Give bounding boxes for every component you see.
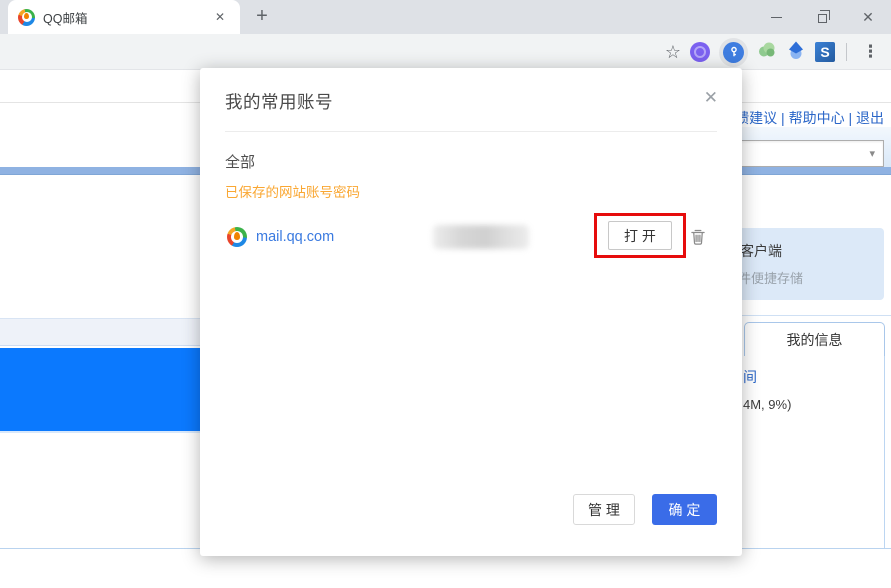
saved-passwords-label: 已保存的网站账号密码 bbox=[225, 185, 360, 200]
open-button[interactable]: 打 开 bbox=[608, 221, 672, 250]
window-controls: ✕ bbox=[753, 0, 891, 34]
page-mid-line bbox=[742, 315, 891, 316]
header-links[interactable]: 反馈建议 | 帮助中心 | 退出 bbox=[721, 108, 884, 128]
key-icon bbox=[723, 41, 744, 63]
new-tab-button[interactable]: + bbox=[250, 5, 274, 29]
toolbar-icons: ☆ S ⋮ bbox=[665, 34, 883, 70]
purple-extension-icon[interactable] bbox=[690, 42, 710, 62]
minimize-button[interactable] bbox=[753, 0, 799, 34]
dialog-close-icon[interactable]: ✕ bbox=[704, 88, 718, 108]
dialog-title: 我的常用账号 bbox=[225, 92, 333, 112]
dialog-divider bbox=[225, 131, 717, 132]
chevron-down-icon: ▾ bbox=[869, 148, 875, 160]
tab-close-icon[interactable]: ✕ bbox=[210, 8, 230, 26]
green-extension-icon[interactable] bbox=[757, 40, 777, 65]
restore-button[interactable] bbox=[799, 0, 845, 34]
tab-my-info[interactable]: 我的信息 bbox=[744, 322, 885, 356]
bookmark-star-icon[interactable]: ☆ bbox=[665, 43, 681, 61]
tab-qq-mail[interactable]: QQ邮箱 ✕ bbox=[8, 0, 240, 34]
password-manager-button[interactable] bbox=[719, 37, 748, 67]
client-promo-subtitle: 件便捷存储 bbox=[738, 271, 804, 286]
browser-window: QQ邮箱 ✕ + ✕ ☆ S ⋮ 反馈建议 | 帮助中心 | 退出 ▾ 客户端 … bbox=[0, 0, 891, 588]
filter-all-label: 全部 bbox=[225, 154, 256, 171]
restore-icon bbox=[817, 10, 830, 23]
blurred-account-name bbox=[433, 225, 529, 249]
browser-menu-button[interactable]: ⋮ bbox=[858, 42, 883, 62]
browser-toolbar: ☆ S ⋮ bbox=[0, 34, 891, 70]
window-close-button[interactable]: ✕ bbox=[845, 0, 891, 34]
client-promo-title: 客户端 bbox=[740, 243, 782, 259]
delete-account-button[interactable] bbox=[689, 228, 707, 246]
my-info-panel: 间 4M, 9%) bbox=[740, 355, 885, 549]
diamond-extension-icon[interactable] bbox=[786, 40, 806, 65]
info-fragment-top: 间 bbox=[743, 369, 757, 385]
qqmail-favicon-icon bbox=[18, 8, 35, 26]
tab-strip: QQ邮箱 ✕ + ✕ bbox=[0, 0, 891, 34]
info-fragment-bottom: 4M, 9%) bbox=[743, 397, 792, 412]
red-annotation-box: 打 开 bbox=[594, 213, 686, 258]
account-site-link[interactable]: mail.qq.com bbox=[256, 229, 334, 245]
tab-title: QQ邮箱 bbox=[43, 11, 88, 26]
account-site-favicon-icon bbox=[227, 227, 247, 247]
confirm-button[interactable]: 确 定 bbox=[652, 494, 717, 525]
manage-button[interactable]: 管 理 bbox=[573, 494, 635, 525]
minimize-icon bbox=[770, 16, 782, 18]
frequent-accounts-dialog: 我的常用账号 ✕ 全部 已保存的网站账号密码 mail.qq.com 打 开 管… bbox=[200, 68, 742, 556]
toolbar-separator bbox=[846, 43, 847, 61]
s-extension-icon[interactable]: S bbox=[815, 42, 835, 62]
